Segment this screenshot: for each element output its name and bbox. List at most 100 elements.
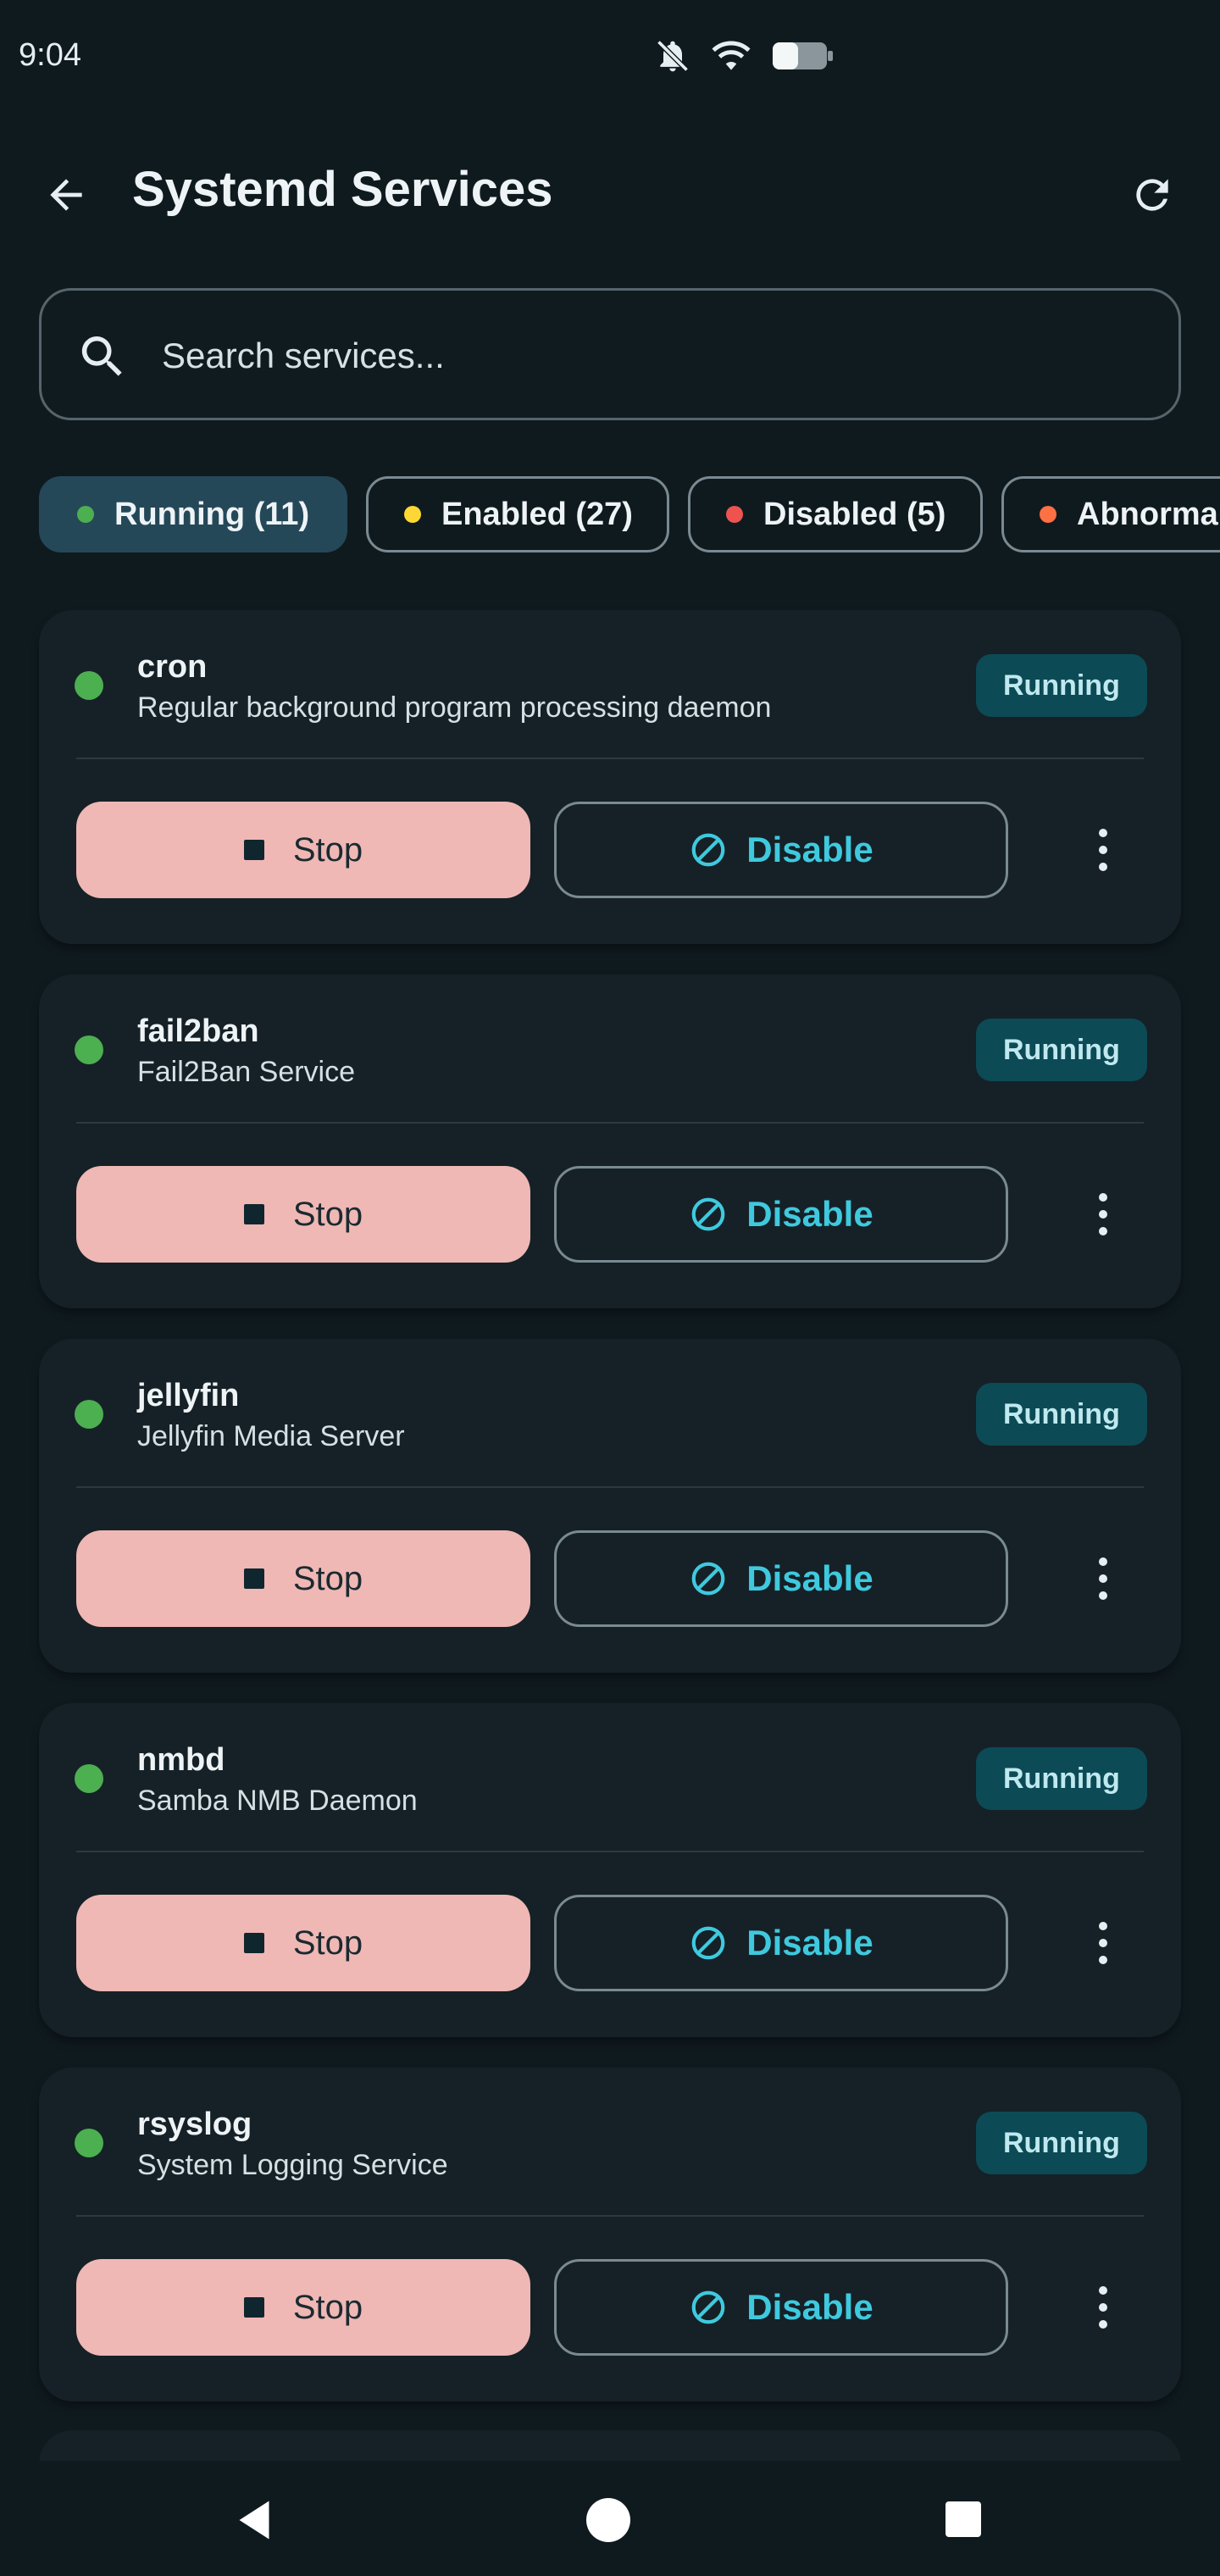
disable-label: Disable [746, 1923, 873, 1963]
refresh-button[interactable] [1123, 166, 1181, 224]
service-name: nmbd [137, 1742, 225, 1778]
battery-icon [773, 42, 833, 69]
stop-button[interactable]: Stop [76, 2259, 530, 2356]
stop-label: Stop [292, 2288, 363, 2326]
more-options-button[interactable] [1086, 2276, 1120, 2339]
status-badge: Running [976, 1747, 1147, 1810]
chip-enabled[interactable]: Enabled (27) [366, 476, 669, 552]
disable-button[interactable]: Disable [554, 2259, 1008, 2356]
block-icon [691, 833, 725, 867]
service-card: fail2ban Fail2Ban Service Running Stop D… [39, 974, 1181, 1308]
stop-button[interactable]: Stop [76, 1166, 530, 1263]
stop-icon [243, 840, 264, 860]
disable-label: Disable [746, 2287, 873, 2327]
service-description: System Logging Service [137, 2149, 448, 2181]
more-options-button[interactable] [1086, 1183, 1120, 1246]
chip-label: Disabled (5) [763, 496, 946, 532]
running-status-dot [75, 1764, 103, 1793]
wifi-icon [712, 41, 751, 70]
service-card: rsyslog System Logging Service Running S… [39, 2068, 1181, 2401]
search-input[interactable] [162, 319, 1136, 392]
search-box[interactable] [39, 288, 1181, 420]
service-name: fail2ban [137, 1013, 259, 1049]
stop-button[interactable]: Stop [76, 802, 530, 898]
abnormal-dot [1040, 506, 1056, 523]
service-card: nmbd Samba NMB Daemon Running Stop Disab… [39, 1703, 1181, 2037]
card-divider [76, 1486, 1144, 1488]
service-description: Samba NMB Daemon [137, 1785, 418, 1817]
nav-home-icon[interactable] [586, 2498, 630, 2542]
stop-label: Stop [292, 1195, 363, 1233]
nav-back-icon[interactable] [229, 2495, 280, 2545]
stop-icon [243, 1204, 264, 1224]
mute-icon [657, 40, 689, 72]
stop-button[interactable]: Stop [76, 1895, 530, 1991]
block-icon [691, 2290, 725, 2324]
nav-recents-icon[interactable] [946, 2501, 981, 2537]
more-options-button[interactable] [1086, 819, 1120, 881]
running-status-dot [75, 1035, 103, 1064]
service-name: rsyslog [137, 2107, 252, 2142]
more-options-button[interactable] [1086, 1912, 1120, 1974]
disable-button[interactable]: Disable [554, 1895, 1008, 1991]
service-description: Jellyfin Media Server [137, 1420, 405, 1452]
service-card: cron Regular background program processi… [39, 610, 1181, 944]
service-name: jellyfin [137, 1378, 240, 1413]
disabled-dot [726, 506, 743, 523]
disable-label: Disable [746, 1558, 873, 1598]
status-badge: Running [976, 1383, 1147, 1446]
chip-label: Abnormal [1077, 496, 1220, 532]
more-vert-icon [1099, 829, 1107, 837]
stop-icon [243, 1568, 264, 1589]
status-time: 9:04 [19, 37, 81, 73]
more-vert-icon [1099, 1922, 1107, 1930]
system-nav-bar [0, 2461, 1220, 2576]
status-badge: Running [976, 1019, 1147, 1081]
filter-chips: Running (11) Enabled (27) Disabled (5) A… [39, 476, 1220, 554]
chip-disabled[interactable]: Disabled (5) [688, 476, 983, 552]
stop-icon [243, 2297, 264, 2318]
status-icons [654, 37, 834, 75]
more-vert-icon [1099, 2286, 1107, 2295]
running-status-dot [75, 1400, 103, 1429]
service-description: Fail2Ban Service [137, 1056, 356, 1088]
card-divider [76, 2215, 1144, 2217]
disable-button[interactable]: Disable [554, 802, 1008, 898]
status-badge: Running [976, 2112, 1147, 2174]
service-name: cron [137, 649, 208, 685]
running-status-dot [75, 2129, 103, 2157]
search-icon [81, 336, 122, 376]
page-title: Systemd Services [132, 162, 553, 217]
block-icon [691, 1197, 725, 1231]
chip-label: Enabled (27) [441, 496, 633, 532]
stop-icon [243, 1933, 264, 1953]
refresh-icon [1136, 179, 1168, 211]
chip-label: Running (11) [114, 496, 310, 532]
more-options-button[interactable] [1086, 1547, 1120, 1610]
block-icon [691, 1562, 725, 1596]
status-badge: Running [976, 654, 1147, 717]
chip-abnormal[interactable]: Abnormal [1001, 476, 1220, 552]
card-divider [76, 1122, 1144, 1124]
enabled-dot [404, 506, 421, 523]
status-bar: 9:04 [0, 0, 1220, 115]
back-button[interactable] [37, 166, 95, 224]
disable-label: Disable [746, 1194, 873, 1234]
stop-label: Stop [292, 1559, 363, 1597]
block-icon [691, 1926, 725, 1960]
more-vert-icon [1099, 1557, 1107, 1566]
running-status-dot [75, 671, 103, 700]
top-app-bar: Systemd Services [0, 144, 1220, 242]
card-divider [76, 1851, 1144, 1852]
stop-label: Stop [292, 830, 363, 869]
disable-button[interactable]: Disable [554, 1166, 1008, 1263]
service-description: Regular background program processing da… [137, 691, 772, 724]
disable-button[interactable]: Disable [554, 1530, 1008, 1627]
more-vert-icon [1099, 1193, 1107, 1202]
service-card: jellyfin Jellyfin Media Server Running S… [39, 1339, 1181, 1673]
chip-running[interactable]: Running (11) [39, 476, 347, 552]
disable-label: Disable [746, 830, 873, 869]
card-divider [76, 758, 1144, 759]
arrow-left-icon [50, 179, 82, 211]
stop-button[interactable]: Stop [76, 1530, 530, 1627]
